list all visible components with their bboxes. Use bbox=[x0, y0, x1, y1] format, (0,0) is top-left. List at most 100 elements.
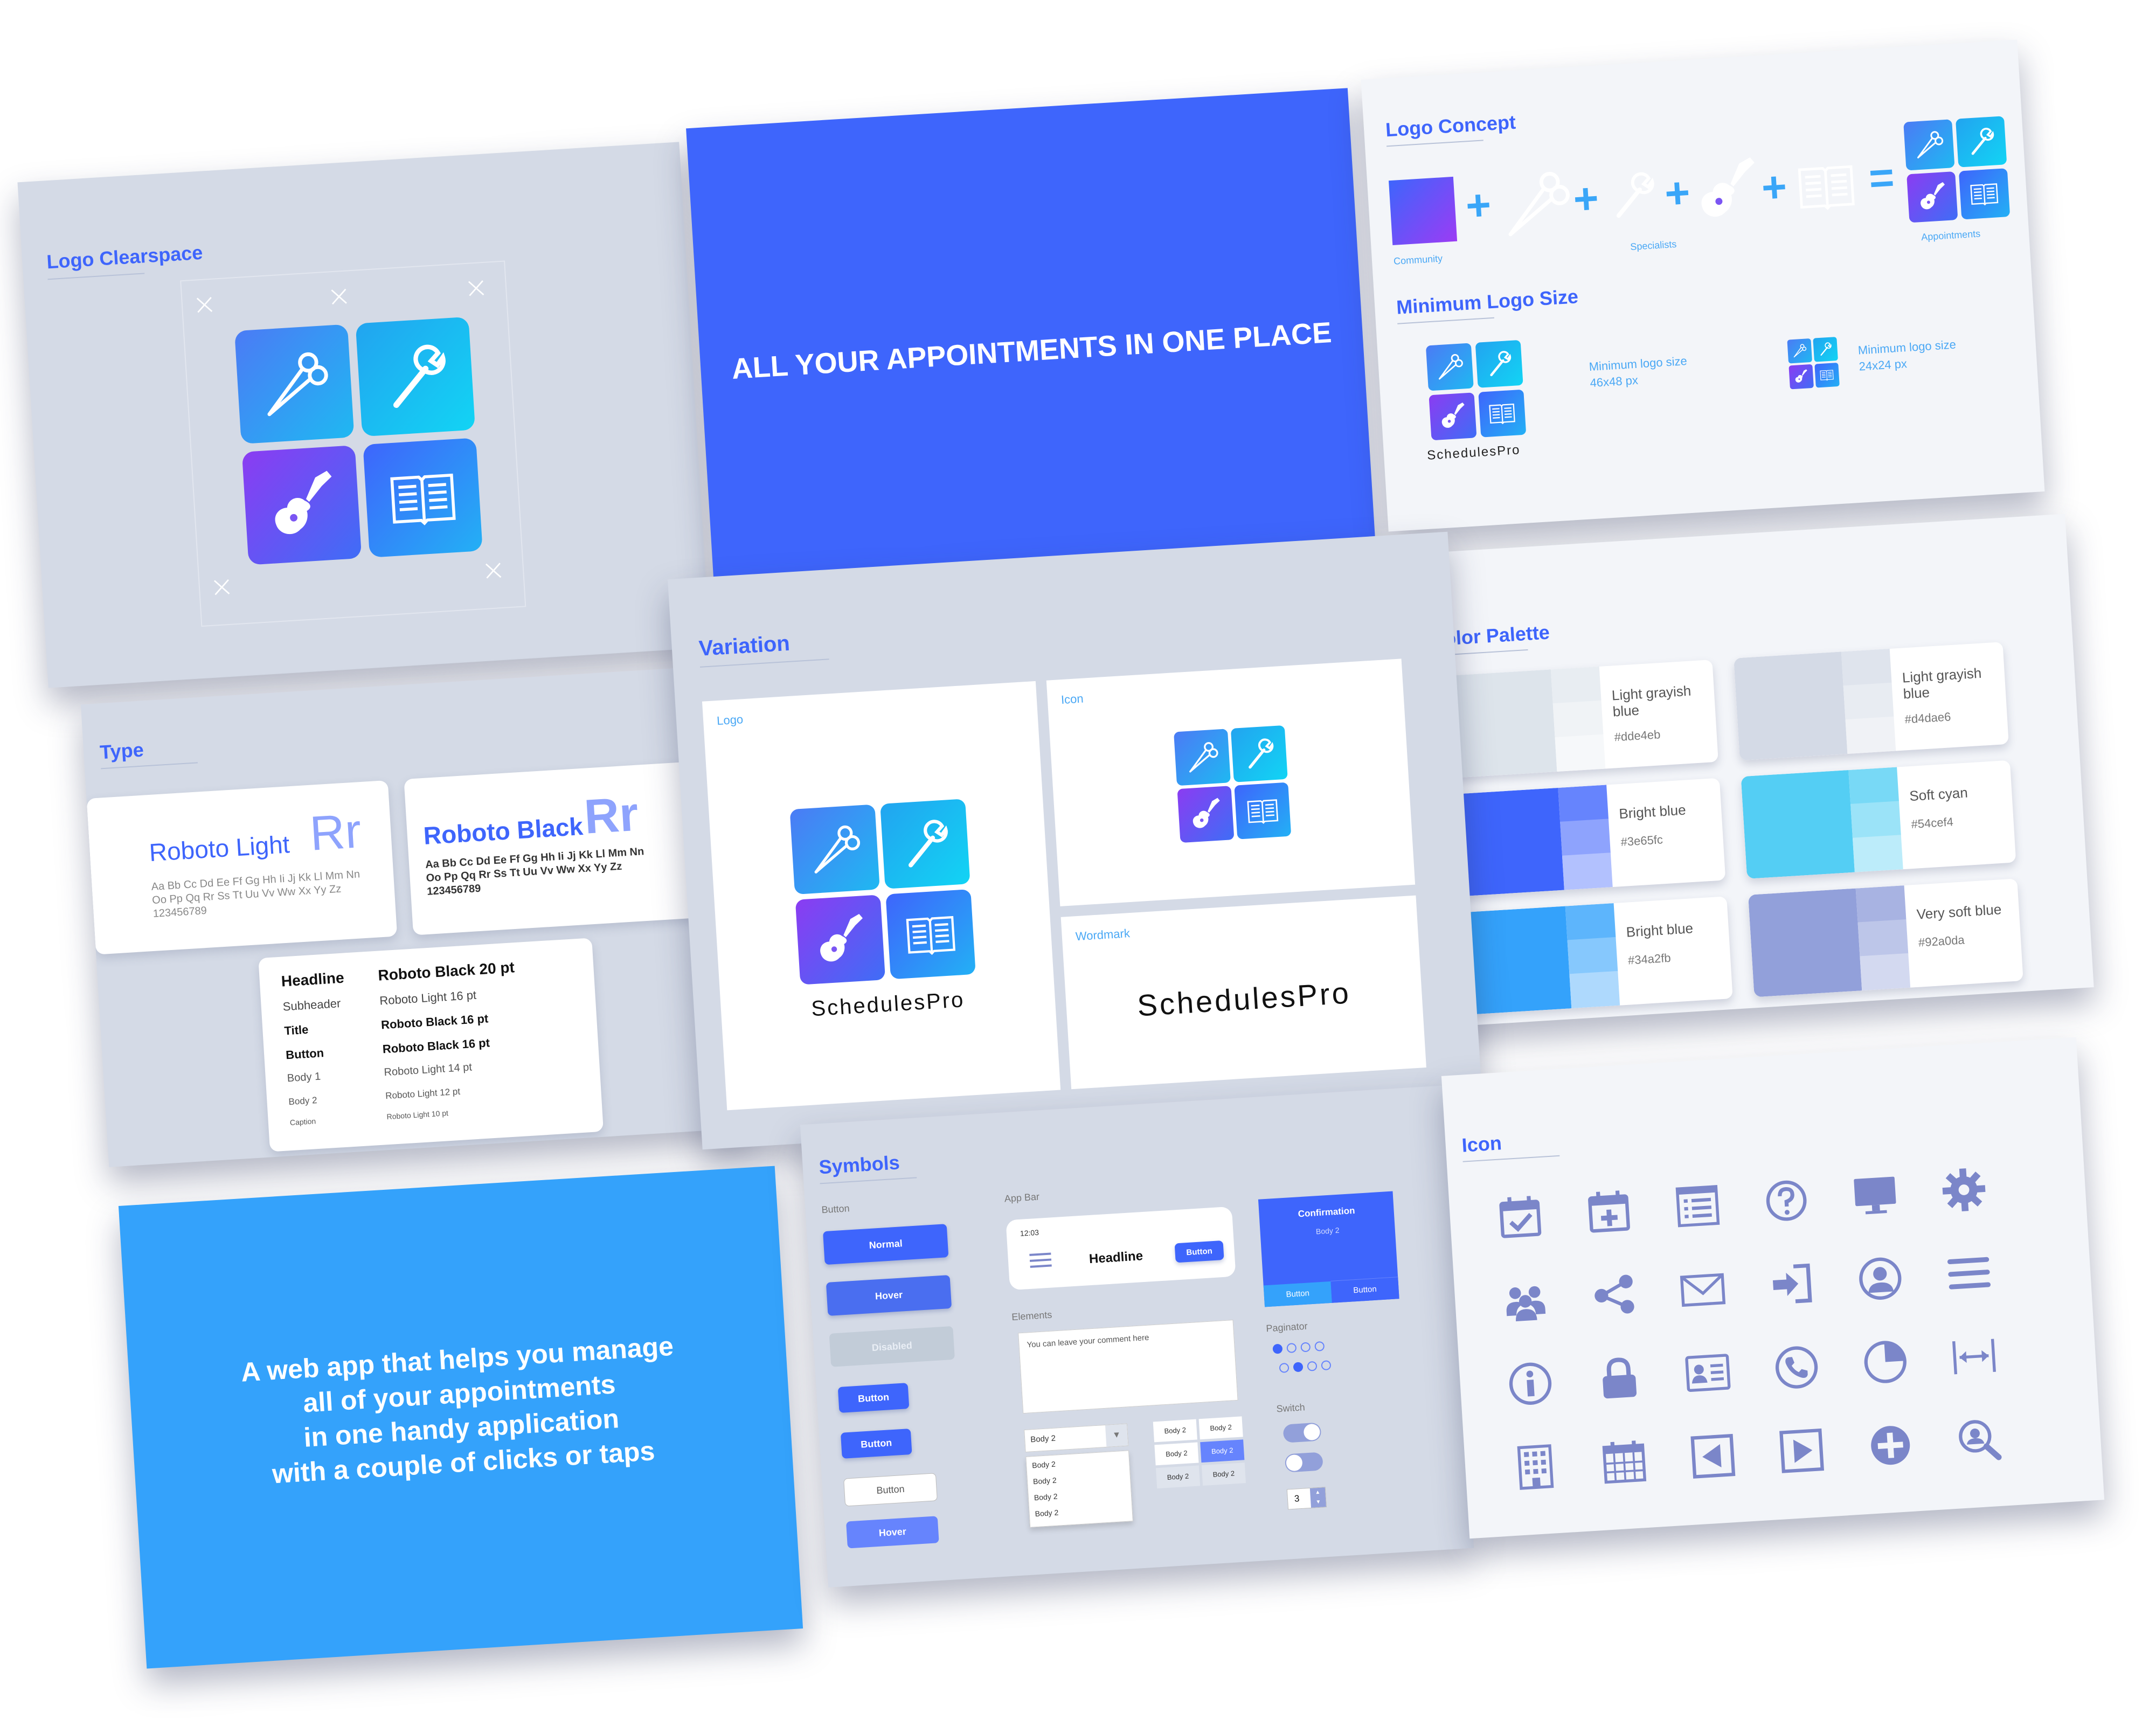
type-scale-row: Button Roboto Black 16 pt bbox=[286, 1030, 587, 1062]
wrench-icon bbox=[1230, 725, 1288, 782]
web-app-card: A web app that helps you manage all of y… bbox=[118, 1166, 803, 1669]
plus-sign: + bbox=[1464, 180, 1493, 230]
community-label: Community bbox=[1393, 253, 1443, 267]
grid-cell[interactable]: Body 2 bbox=[1153, 1419, 1197, 1443]
paginator-dot[interactable] bbox=[1279, 1362, 1290, 1373]
scissors-icon bbox=[789, 804, 880, 895]
grid-cell[interactable]: Body 2 bbox=[1155, 1465, 1201, 1489]
paginator[interactable] bbox=[1272, 1339, 1361, 1388]
segmented-grid: Body 2 Body 2 Body 2 Body 2 Body 2 Body … bbox=[1153, 1416, 1249, 1492]
dropdown-option[interactable]: Body 2 bbox=[1032, 1460, 1056, 1470]
clearspace-x-mark: × bbox=[209, 569, 235, 604]
title-divider bbox=[101, 762, 198, 770]
grid-cell[interactable]: Body 2 bbox=[1198, 1416, 1243, 1440]
dropdown-option[interactable]: Body 2 bbox=[1033, 1476, 1057, 1486]
paginator-dot[interactable] bbox=[1314, 1341, 1325, 1351]
swatch-tint bbox=[1860, 953, 1911, 991]
switch-on[interactable] bbox=[1282, 1422, 1322, 1443]
grid-cell[interactable]: Body 2 bbox=[1201, 1462, 1246, 1486]
paginator-dot[interactable] bbox=[1307, 1361, 1318, 1371]
clearspace-x-mark: × bbox=[191, 286, 218, 322]
wordmark: SchedulesPro bbox=[1426, 442, 1521, 463]
arrow-left-box-icon bbox=[1684, 1427, 1742, 1485]
outline-button[interactable]: Button bbox=[843, 1473, 938, 1507]
paginator-dot[interactable] bbox=[1286, 1342, 1297, 1354]
plus-sign: + bbox=[1663, 168, 1691, 218]
swatch-tint bbox=[1552, 700, 1604, 738]
swatch-name: Bright blue bbox=[1618, 801, 1687, 822]
hover-flat-button[interactable]: Hover bbox=[845, 1516, 939, 1549]
color-swatch: Light grayish blue #d4dae6 bbox=[1734, 642, 2009, 761]
font-name: Roboto Light bbox=[148, 830, 290, 867]
type-scale-row: Headline Roboto Black 20 pt bbox=[281, 955, 582, 989]
lock-icon bbox=[1591, 1350, 1648, 1407]
small-button[interactable]: Button bbox=[837, 1383, 910, 1413]
dialog-body: Body 2 bbox=[1315, 1225, 1340, 1236]
paginator-dot[interactable] bbox=[1321, 1360, 1332, 1371]
small-button[interactable]: Button bbox=[840, 1428, 912, 1459]
dropdown-list[interactable]: Body 2 Body 2 Body 2 Body 2 bbox=[1025, 1450, 1133, 1528]
login-icon bbox=[1763, 1256, 1820, 1313]
paginator-dot-active[interactable] bbox=[1272, 1343, 1283, 1354]
calendar-add-icon bbox=[1580, 1183, 1638, 1240]
wordmark: SchedulesPro bbox=[1136, 975, 1352, 1023]
app-bar-button[interactable]: Button bbox=[1174, 1240, 1224, 1263]
wrench-icon bbox=[1475, 339, 1523, 388]
scissors-icon bbox=[1425, 343, 1474, 391]
community-swatch bbox=[1389, 176, 1458, 246]
guitar-icon bbox=[1177, 786, 1235, 843]
appointments-label: Appointments bbox=[1921, 228, 1981, 243]
app-bar-headline: Headline bbox=[1089, 1249, 1143, 1267]
swatch-tint bbox=[1845, 716, 1896, 754]
comment-textarea[interactable]: You can leave your comment here bbox=[1018, 1320, 1238, 1414]
swatch-name: Light grayish blue bbox=[1611, 682, 1692, 720]
phone-icon bbox=[1768, 1339, 1825, 1396]
logo-concept-card: Logo Concept + + + + = Community Special… bbox=[1361, 39, 2045, 532]
normal-button[interactable]: Normal bbox=[823, 1224, 949, 1265]
dropdown-option[interactable]: Body 2 bbox=[1034, 1492, 1057, 1502]
book-icon bbox=[1478, 389, 1527, 438]
paginator-dot-active[interactable] bbox=[1293, 1362, 1304, 1373]
min-logo-small bbox=[1787, 337, 1841, 391]
tagline-text: ALL YOUR APPOINTMENTS IN ONE PLACE bbox=[731, 316, 1333, 385]
menu-icon[interactable] bbox=[1029, 1252, 1052, 1268]
type-title: Type bbox=[99, 738, 144, 764]
app-logo bbox=[234, 316, 486, 567]
group-icon bbox=[1497, 1272, 1554, 1329]
font-sample: 123456789 bbox=[426, 882, 481, 898]
paginator-dot[interactable] bbox=[1300, 1342, 1311, 1353]
dialog-button[interactable]: Button bbox=[1330, 1277, 1399, 1303]
guitar-icon bbox=[1429, 392, 1477, 441]
stepper-arrows-icon[interactable]: ▲ ▼ bbox=[1309, 1487, 1326, 1508]
equals-sign: = bbox=[1867, 153, 1896, 203]
dropdown-option[interactable]: Body 2 bbox=[1035, 1508, 1058, 1519]
grid-cell[interactable]: Body 2 bbox=[1200, 1439, 1245, 1463]
switch-off[interactable] bbox=[1284, 1452, 1323, 1473]
dialog-button[interactable]: Button bbox=[1263, 1281, 1332, 1307]
list-icon bbox=[1669, 1177, 1727, 1235]
specialists-label: Specialists bbox=[1630, 238, 1677, 253]
width-icon bbox=[1946, 1328, 2003, 1385]
color-swatch: Bright blue #3e65fc bbox=[1450, 778, 1726, 897]
icon-grid bbox=[1492, 1157, 2076, 1514]
swatch-tint bbox=[1560, 819, 1611, 856]
grid-cell[interactable]: Body 2 bbox=[1154, 1442, 1199, 1466]
type-spec: Roboto Light 12 pt bbox=[385, 1086, 461, 1101]
type-scale-row: Body 1 Roboto Light 14 pt bbox=[287, 1054, 588, 1084]
color-swatch: Bright blue #34a2fb bbox=[1458, 896, 1733, 1015]
swatch-hex: #34a2fb bbox=[1627, 951, 1672, 967]
hover-button[interactable]: Hover bbox=[826, 1275, 952, 1316]
dropdown[interactable]: Body 2 ▼ bbox=[1024, 1423, 1129, 1453]
icon-title: Icon bbox=[1461, 1132, 1502, 1156]
book-icon bbox=[885, 889, 976, 980]
guitar-icon bbox=[1788, 364, 1814, 390]
app-bar-header: App Bar bbox=[1004, 1191, 1040, 1204]
building-icon bbox=[1507, 1439, 1564, 1496]
type-style: Body 1 bbox=[287, 1070, 321, 1085]
roboto-light-card: Roboto Light Rr Aa Bb Cc Dd Ee Ff Gg Hh … bbox=[86, 780, 398, 955]
min-size-label: Minimum logo size bbox=[1857, 337, 1957, 357]
book-icon bbox=[1234, 782, 1292, 840]
user-search-icon bbox=[1951, 1411, 2008, 1468]
quantity-stepper[interactable]: 3 ▲ ▼ bbox=[1286, 1487, 1327, 1510]
swatch-tint bbox=[1850, 801, 1901, 838]
